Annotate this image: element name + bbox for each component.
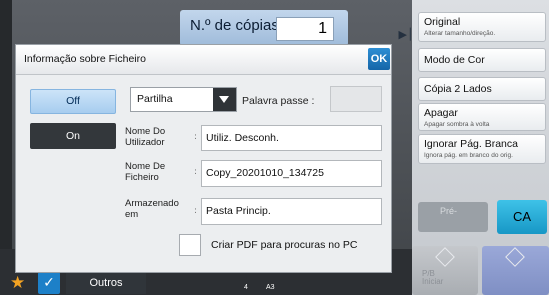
password-label: Palavra passe : — [242, 95, 315, 107]
stored-in-label: Armazenado em — [125, 198, 179, 220]
favorite-star-icon[interactable]: ★ — [10, 274, 25, 292]
sharing-value: Partilha — [137, 93, 173, 105]
ok-button[interactable]: OK — [368, 48, 390, 70]
start-diamond-icon — [505, 247, 525, 267]
user-name-label: Nome Do Utilizador — [125, 126, 166, 148]
sharing-select[interactable]: Partilha — [130, 87, 237, 112]
menu-item-subtitle: Apagar sombra à volta — [424, 121, 490, 128]
start-diamond-icon — [435, 247, 455, 267]
menu-blank-page-skip-button[interactable]: Ignorar Pág. Branca Ignora pág. em branc… — [418, 134, 546, 164]
on-toggle-button[interactable]: On — [30, 123, 116, 149]
menu-duplex-button[interactable]: Cópia 2 Lados — [418, 77, 546, 101]
user-name-field[interactable]: Utiliz. Desconh. — [201, 125, 382, 151]
copies-input[interactable]: 1 — [276, 17, 334, 41]
off-toggle-button[interactable]: Off — [30, 89, 116, 114]
stored-in-field[interactable]: Pasta Princip. — [201, 198, 382, 225]
dialog-title: Informação sobre Ficheiro — [24, 53, 146, 65]
file-name-field[interactable]: Copy_20201010_134725 — [201, 160, 382, 187]
field-colon: : — [194, 206, 198, 216]
start-color-button[interactable] — [482, 246, 549, 295]
start-bw-button[interactable]: P/B Iniciar — [412, 246, 478, 295]
menu-item-title: Cópia 2 Lados — [424, 83, 492, 95]
paper-size: A3 — [266, 284, 275, 291]
searchable-pdf-label: Criar PDF para procuras no PC — [211, 239, 358, 251]
others-button[interactable]: Outros — [66, 272, 146, 294]
menu-color-mode-button[interactable]: Modo de Cor — [418, 48, 546, 72]
dialog-header: Informação sobre Ficheiro OK — [16, 45, 391, 75]
field-colon: : — [194, 132, 198, 142]
field-colon: : — [194, 167, 198, 177]
menu-item-subtitle: Ignora pág. em branco do orig. — [424, 152, 513, 159]
password-field[interactable] — [330, 86, 382, 112]
menu-item-title: Original — [424, 16, 461, 28]
file-info-dialog: Informação sobre Ficheiro OK Off On Part… — [15, 44, 392, 273]
menu-item-title: Apagar — [424, 107, 458, 119]
check-icon[interactable]: ✓ — [38, 272, 60, 294]
file-name-label: Nome De Ficheiro — [125, 161, 166, 183]
chevron-down-icon[interactable] — [213, 88, 236, 111]
page-count: 4 — [244, 284, 248, 291]
start-bw-label-2: Iniciar — [422, 277, 444, 286]
menu-original-button[interactable]: Original Alterar tamanho/direção. — [418, 12, 546, 42]
preview-label: Pré- — [440, 206, 458, 216]
searchable-pdf-checkbox[interactable] — [179, 234, 201, 256]
collapse-panel-icon[interactable]: ▶│ — [398, 28, 414, 44]
menu-item-title: Modo de Cor — [424, 54, 485, 66]
copies-label: N.º de cópias — [190, 17, 279, 34]
menu-erase-button[interactable]: Apagar Apagar sombra à volta — [418, 103, 546, 131]
menu-item-title: Ignorar Pág. Branca — [424, 138, 518, 150]
preview-button[interactable]: Pré- — [418, 202, 488, 232]
menu-item-subtitle: Alterar tamanho/direção. — [424, 30, 496, 37]
clear-all-button[interactable]: CA — [497, 200, 547, 234]
